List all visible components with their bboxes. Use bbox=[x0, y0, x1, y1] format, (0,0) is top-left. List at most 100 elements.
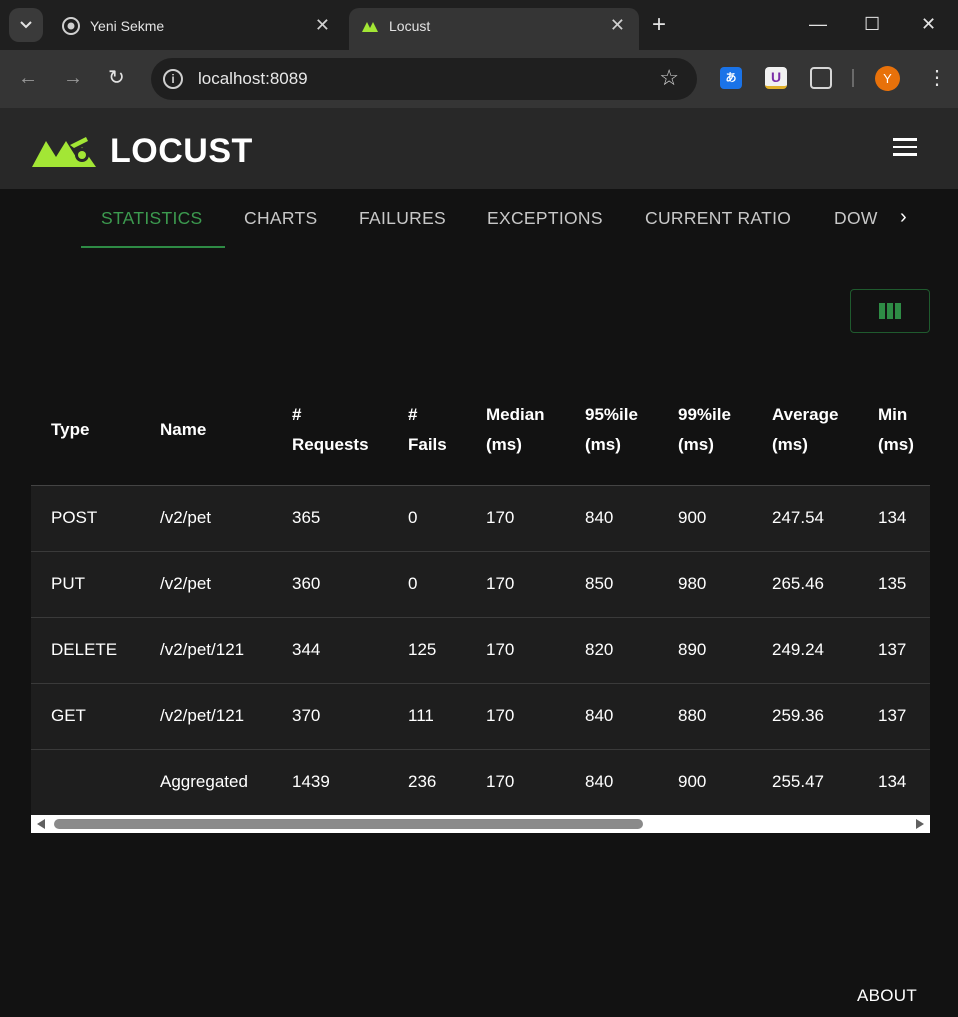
cell-p99: 900 bbox=[658, 485, 752, 552]
tab-exceptions[interactable]: EXCEPTIONS bbox=[487, 208, 603, 229]
table-header-row: Type Name # Requests # Fails Median (ms) 95%ile (… bbox=[31, 375, 930, 486]
forward-icon[interactable]: → bbox=[63, 65, 83, 91]
column-header-average[interactable]: Average (ms) bbox=[752, 375, 858, 486]
locust-logo-icon bbox=[32, 136, 96, 167]
main-nav-tabs: STATISTICS CHARTS FAILURES EXCEPTIONS CU… bbox=[0, 189, 958, 249]
locust-logo[interactable]: LOCUST bbox=[30, 132, 253, 171]
cell-p95: 840 bbox=[565, 749, 658, 815]
scroll-left-icon[interactable] bbox=[37, 819, 45, 829]
address-bar[interactable]: i localhost:8089 ☆ bbox=[151, 58, 697, 100]
logo-text: LOCUST bbox=[110, 132, 253, 170]
column-header-text: (ms) bbox=[878, 434, 914, 454]
column-header-fails[interactable]: # Fails bbox=[388, 375, 466, 486]
close-tab-icon[interactable]: ✕ bbox=[315, 15, 330, 35]
browser-tab-locust[interactable]: Locust ✕ bbox=[349, 8, 639, 50]
cell-name: /v2/pet/121 bbox=[140, 683, 272, 750]
column-header-text: Min bbox=[878, 404, 908, 424]
browser-toolbar: ← → ↻ i localhost:8089 ☆ あ U Y ⋮ bbox=[0, 50, 958, 108]
site-info-icon[interactable]: i bbox=[163, 69, 183, 89]
new-tab-button[interactable]: + bbox=[652, 12, 666, 38]
cell-min: 135 bbox=[858, 551, 930, 618]
profile-avatar[interactable]: Y bbox=[875, 66, 900, 91]
cell-average: 249.24 bbox=[752, 617, 858, 684]
column-header-min[interactable]: Min (ms) bbox=[858, 375, 930, 486]
table-horizontal-scrollbar[interactable] bbox=[31, 815, 930, 833]
column-header-p99[interactable]: 99%ile (ms) bbox=[658, 375, 752, 486]
cell-name: /v2/pet/121 bbox=[140, 617, 272, 684]
cell-min: 134 bbox=[858, 749, 930, 815]
scrollbar-thumb[interactable] bbox=[54, 819, 643, 829]
scroll-right-icon[interactable] bbox=[916, 819, 924, 829]
cell-fails: 236 bbox=[388, 749, 466, 815]
tab-current-ratio[interactable]: CURRENT RATIO bbox=[645, 208, 791, 229]
bookmark-star-icon[interactable]: ☆ bbox=[659, 65, 679, 91]
column-header-text: (ms) bbox=[486, 434, 522, 454]
cell-fails: 111 bbox=[388, 683, 466, 750]
u-extension-icon[interactable]: U bbox=[765, 67, 787, 89]
columns-icon bbox=[879, 303, 885, 319]
column-header-type[interactable]: Type bbox=[31, 375, 140, 486]
column-header-name[interactable]: Name bbox=[140, 375, 272, 486]
cell-type bbox=[31, 749, 140, 815]
cell-p99: 900 bbox=[658, 749, 752, 815]
cell-median: 170 bbox=[466, 617, 565, 684]
cell-requests: 370 bbox=[272, 683, 388, 750]
cell-min: 137 bbox=[858, 683, 930, 750]
close-tab-icon[interactable]: ✕ bbox=[610, 15, 625, 35]
column-header-text: Average bbox=[772, 404, 839, 424]
hamburger-menu-icon[interactable] bbox=[893, 138, 917, 161]
column-header-text: Type bbox=[51, 419, 90, 439]
column-selector-button[interactable] bbox=[850, 289, 930, 333]
column-header-requests[interactable]: # Requests bbox=[272, 375, 388, 486]
cell-average: 259.36 bbox=[752, 683, 858, 750]
cell-p99: 880 bbox=[658, 683, 752, 750]
back-icon[interactable]: ← bbox=[18, 65, 38, 91]
tab-download-data[interactable]: DOW bbox=[834, 208, 878, 229]
column-header-median[interactable]: Median (ms) bbox=[466, 375, 565, 486]
tab-title: Locust bbox=[389, 18, 431, 34]
cell-average: 265.46 bbox=[752, 551, 858, 618]
cell-median: 170 bbox=[466, 749, 565, 815]
column-header-text: Requests bbox=[292, 434, 369, 454]
table-row: POST/v2/pet 365 0 170 840 900 247.54 134 bbox=[31, 485, 930, 552]
statistics-table: Type Name # Requests # Fails Median (ms) 95%ile (… bbox=[31, 375, 930, 815]
browser-tabstrip: Yeni Sekme ✕ Locust ✕ + — ☐ ✕ bbox=[0, 0, 958, 50]
tab-title: Yeni Sekme bbox=[90, 18, 165, 34]
column-header-text: # bbox=[408, 404, 418, 424]
column-header-text: (ms) bbox=[678, 434, 714, 454]
url-text: localhost:8089 bbox=[198, 69, 308, 88]
translate-extension-icon[interactable]: あ bbox=[720, 67, 742, 89]
extensions-puzzle-icon[interactable] bbox=[810, 67, 832, 89]
cell-p95: 820 bbox=[565, 617, 658, 684]
cell-p99: 980 bbox=[658, 551, 752, 618]
toolbar-divider bbox=[852, 69, 854, 87]
active-tab-indicator bbox=[81, 246, 225, 248]
cell-requests: 344 bbox=[272, 617, 388, 684]
window-close-icon[interactable]: ✕ bbox=[921, 14, 936, 34]
about-link[interactable]: ABOUT bbox=[857, 986, 917, 1006]
cell-type: POST bbox=[31, 485, 140, 552]
cell-requests: 365 bbox=[272, 485, 388, 552]
browser-tab-new-tab[interactable]: Yeni Sekme ✕ bbox=[50, 8, 344, 50]
cell-requests: 1439 bbox=[272, 749, 388, 815]
cell-median: 170 bbox=[466, 683, 565, 750]
table-row: GET/v2/pet/121 370 111 170 840 880 259.36 137 bbox=[31, 683, 930, 750]
tabs-scroll-right-icon[interactable]: › bbox=[900, 206, 907, 229]
locust-favicon-icon bbox=[361, 17, 379, 35]
tab-statistics[interactable]: STATISTICS bbox=[101, 208, 203, 229]
table-row: DELETE/v2/pet/121 344 125 170 820 890 249.24 13… bbox=[31, 617, 930, 684]
browser-menu-icon[interactable]: ⋮ bbox=[927, 64, 947, 92]
tab-failures[interactable]: FAILURES bbox=[359, 208, 446, 229]
tab-search-button[interactable] bbox=[9, 8, 43, 42]
column-header-text: # bbox=[292, 404, 302, 424]
cell-min: 137 bbox=[858, 617, 930, 684]
cell-fails: 125 bbox=[388, 617, 466, 684]
reload-icon[interactable]: ↻ bbox=[108, 65, 125, 91]
column-header-p95[interactable]: 95%ile (ms) bbox=[565, 375, 658, 486]
minimize-icon[interactable]: — bbox=[809, 14, 827, 34]
cell-average: 255.47 bbox=[752, 749, 858, 815]
column-header-text: Name bbox=[160, 419, 207, 439]
maximize-icon[interactable]: ☐ bbox=[864, 14, 880, 34]
cell-requests: 360 bbox=[272, 551, 388, 618]
tab-charts[interactable]: CHARTS bbox=[244, 208, 317, 229]
